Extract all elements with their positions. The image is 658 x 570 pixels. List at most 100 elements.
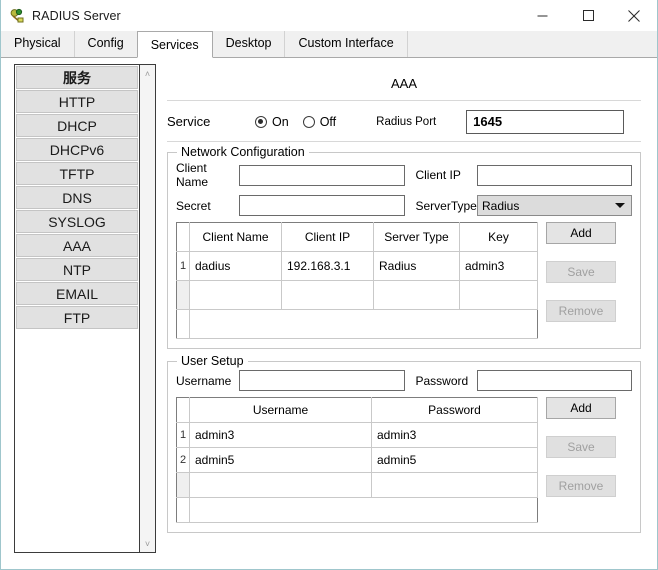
- aaa-panel: AAA Service On Off Radius Port Network C…: [167, 64, 641, 553]
- user-setup-legend: User Setup: [177, 354, 248, 368]
- radius-port-input[interactable]: [466, 110, 624, 134]
- tab-strip: Physical Config Services Desktop Custom …: [1, 31, 657, 58]
- page-title: AAA: [167, 64, 641, 100]
- secret-label: Secret: [176, 199, 239, 213]
- window-title: RADIUS Server: [32, 9, 121, 23]
- user-buttons: Add Save Remove: [546, 397, 616, 523]
- minimize-button[interactable]: [519, 0, 565, 31]
- col-password: Password: [372, 398, 538, 423]
- sidebar-header-services: 服务: [16, 66, 138, 89]
- sidebar-item-tftp[interactable]: TFTP: [16, 162, 138, 185]
- password-input[interactable]: [477, 370, 632, 391]
- cell-password: admin3: [372, 423, 538, 448]
- scroll-down-icon[interactable]: ˅: [140, 535, 156, 552]
- radius-port-label: Radius Port: [376, 116, 466, 128]
- table-row[interactable]: 1 dadius 192.168.3.1 Radius admin3: [177, 252, 538, 281]
- service-off-radio[interactable]: Off: [303, 115, 336, 129]
- network-buttons: Add Save Remove: [546, 222, 616, 339]
- table-empty-row: [177, 473, 538, 498]
- network-configuration-legend: Network Configuration: [177, 145, 309, 159]
- rowhdr-corner: [177, 223, 190, 252]
- table-row[interactable]: 2 admin5 admin5: [177, 448, 538, 473]
- service-label: Service: [167, 114, 255, 129]
- table-row[interactable]: 1 admin3 admin3: [177, 423, 538, 448]
- user-save-button[interactable]: Save: [546, 436, 616, 458]
- sidebar-item-dhcp[interactable]: DHCP: [16, 114, 138, 137]
- network-add-button[interactable]: Add: [546, 222, 616, 244]
- network-configuration-table[interactable]: Client Name Client IP Server Type Key 1 …: [176, 222, 538, 339]
- sidebar-item-dhcpv6[interactable]: DHCPv6: [16, 138, 138, 161]
- network-remove-button[interactable]: Remove: [546, 300, 616, 322]
- title-bar: RADIUS Server: [1, 0, 657, 31]
- user-setup-group: User Setup Username Password Username Pa…: [167, 361, 641, 533]
- row-index: 1: [177, 423, 190, 448]
- sidebar-item-http[interactable]: HTTP: [16, 90, 138, 113]
- table-empty-row: [177, 498, 538, 523]
- title-divider: [167, 100, 641, 101]
- secret-row: Secret ServerType Radius: [176, 195, 632, 216]
- network-save-button[interactable]: Save: [546, 261, 616, 283]
- server-type-dropdown[interactable]: Radius: [477, 195, 632, 216]
- client-ip-input[interactable]: [477, 165, 632, 186]
- server-type-label: ServerType: [415, 199, 477, 213]
- cell-server-type: Radius: [374, 252, 460, 281]
- cell-username: admin3: [190, 423, 372, 448]
- user-table-area: Username Password 1 admin3 admin3 2 admi…: [176, 397, 632, 523]
- table-header-row: Client Name Client IP Server Type Key: [177, 223, 538, 252]
- client-ip-label: Client IP: [415, 168, 477, 182]
- window-controls: [519, 0, 657, 31]
- services-list: 服务 HTTP DHCP DHCPv6 TFTP DNS SYSLOG AAA …: [15, 65, 139, 552]
- username-row: Username Password: [176, 370, 632, 391]
- service-off-label: Off: [320, 115, 336, 129]
- col-server-type: Server Type: [374, 223, 460, 252]
- sidebar-item-email[interactable]: EMAIL: [16, 282, 138, 305]
- col-client-name: Client Name: [190, 223, 282, 252]
- service-on-radio[interactable]: On: [255, 115, 289, 129]
- service-on-label: On: [272, 115, 289, 129]
- maximize-button[interactable]: [565, 0, 611, 31]
- user-setup-table[interactable]: Username Password 1 admin3 admin3 2 admi…: [176, 397, 538, 523]
- username-input[interactable]: [239, 370, 405, 391]
- col-username: Username: [190, 398, 372, 423]
- tab-physical[interactable]: Physical: [1, 31, 75, 57]
- scroll-up-icon[interactable]: ˄: [140, 65, 156, 82]
- tab-desktop[interactable]: Desktop: [212, 31, 286, 57]
- radio-off-icon[interactable]: [303, 116, 315, 128]
- table-empty-row: [177, 281, 538, 310]
- client-name-input[interactable]: [239, 165, 405, 186]
- client-name-label: Client Name: [176, 161, 239, 189]
- user-add-button[interactable]: Add: [546, 397, 616, 419]
- sidebar-item-syslog[interactable]: SYSLOG: [16, 210, 138, 233]
- row-index: 1: [177, 252, 190, 281]
- user-remove-button[interactable]: Remove: [546, 475, 616, 497]
- col-client-ip: Client IP: [282, 223, 374, 252]
- radio-on-icon[interactable]: [255, 116, 267, 128]
- cell-password: admin5: [372, 448, 538, 473]
- sidebar-scrollbar[interactable]: ˄ ˅: [139, 65, 155, 552]
- password-label: Password: [415, 374, 477, 388]
- username-label: Username: [176, 374, 239, 388]
- table-header-row: Username Password: [177, 398, 538, 423]
- sidebar-item-ntp[interactable]: NTP: [16, 258, 138, 281]
- service-row: Service On Off Radius Port: [167, 102, 641, 142]
- server-type-dropdown-wrap: Radius: [477, 195, 632, 216]
- sidebar-item-ftp[interactable]: FTP: [16, 306, 138, 329]
- sidebar-item-aaa[interactable]: AAA: [16, 234, 138, 257]
- row-index: 2: [177, 448, 190, 473]
- tab-services[interactable]: Services: [137, 31, 213, 58]
- close-button[interactable]: [611, 0, 657, 31]
- col-key: Key: [460, 223, 538, 252]
- cell-username: admin5: [190, 448, 372, 473]
- tab-config[interactable]: Config: [74, 31, 138, 57]
- cell-key: admin3: [460, 252, 538, 281]
- table-empty-row: [177, 310, 538, 339]
- network-table-area: Client Name Client IP Server Type Key 1 …: [176, 222, 632, 339]
- secret-input[interactable]: [239, 195, 405, 216]
- sidebar-item-dns[interactable]: DNS: [16, 186, 138, 209]
- rowhdr-corner: [177, 398, 190, 423]
- services-sidebar: 服务 HTTP DHCP DHCPv6 TFTP DNS SYSLOG AAA …: [14, 64, 156, 553]
- radius-server-window: RADIUS Server Physical Config Services D…: [0, 0, 658, 570]
- tab-custom-interface[interactable]: Custom Interface: [284, 31, 407, 57]
- radius-server-icon: [9, 8, 25, 24]
- network-configuration-group: Network Configuration Client Name Client…: [167, 152, 641, 349]
